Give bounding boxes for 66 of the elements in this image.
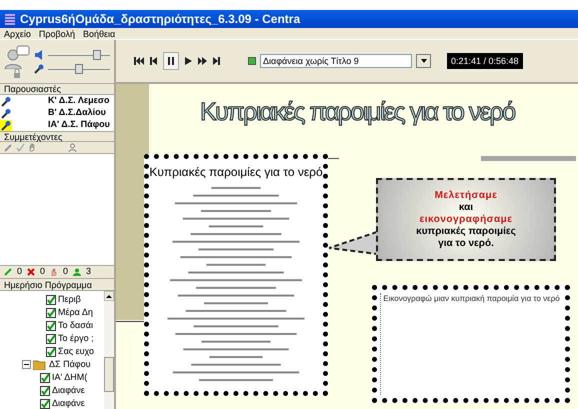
microphone-icon [34, 64, 44, 74]
checkbox[interactable] [46, 294, 56, 304]
menu-item[interactable]: Βοήθεια [83, 28, 116, 40]
menu-item[interactable]: Προβολή [38, 28, 76, 40]
status-square-icon [248, 57, 256, 65]
cross-icon [27, 268, 36, 276]
user-chat-icon[interactable] [4, 45, 30, 69]
skip-to-start-icon[interactable] [134, 57, 144, 65]
schedule-item[interactable]: ΙΑ' ΔΗΜ( [52, 370, 88, 384]
schedule-item[interactable]: Διαφάνε [52, 384, 85, 398]
menu-item[interactable]: Αρχείο [4, 28, 31, 40]
schedule-item[interactable]: Το έργο ; [58, 332, 94, 346]
play-icon[interactable] [185, 57, 192, 65]
schedule-item[interactable]: Μέρα Δη [58, 306, 93, 320]
checkbox[interactable] [46, 320, 56, 330]
check-icon[interactable] [16, 143, 25, 152]
presenter-name[interactable]: Β' Δ.Σ.Δαλίου [48, 106, 106, 120]
app-icon [4, 13, 16, 25]
schedule-item[interactable]: Περιβ [58, 292, 81, 306]
person-icon[interactable] [68, 143, 77, 152]
pause-button[interactable] [163, 52, 179, 70]
collapse-icon[interactable] [22, 360, 31, 369]
bubble-text: κυπριακές παροιμίες [416, 226, 516, 238]
count: 3 [86, 265, 92, 278]
count: 0 [40, 265, 46, 278]
document-title: Κυπριακές παροιμίες για το νερό [149, 164, 323, 181]
window-title: Cyprus6ήΟμάδα_δραστηριότητες_6.3.09 - Centra [20, 11, 300, 28]
slide-select[interactable]: Διαφάνεια χωρίς Τίτλο 9 [260, 54, 412, 68]
count: 0 [17, 265, 22, 278]
drawing-caption: Εικονογραφώ μιαν κυπριακή παροιμία για το νερό [380, 293, 562, 395]
checkbox[interactable] [46, 308, 56, 318]
bubble-text: Μελετήσαμε [434, 190, 498, 202]
checkbox[interactable] [46, 334, 56, 344]
pause-icon [168, 57, 174, 65]
time-display: 0:21:41 / 0:56:48 [447, 53, 523, 69]
bubble-text: για το νερό. [438, 238, 494, 250]
hand-icon[interactable] [28, 143, 37, 152]
dropdown-button[interactable] [416, 54, 431, 68]
next-icon[interactable] [213, 57, 220, 65]
checkbox[interactable] [40, 386, 50, 396]
hand-icon [50, 268, 58, 276]
slide-title: Κυπριακές παροιμίες για το νερό [200, 97, 515, 128]
scroll-up-icon[interactable] [104, 291, 114, 301]
presenter-name[interactable]: Κ' Δ.Σ. Λεμεσο [48, 94, 110, 108]
previous-icon[interactable] [150, 57, 157, 65]
count: 0 [63, 265, 68, 278]
person-icon [73, 268, 82, 276]
bubble-text: και [458, 202, 474, 214]
microphone-slider[interactable] [48, 64, 110, 74]
caret-icon [420, 59, 426, 63]
pencil-icon [4, 268, 12, 276]
checkbox[interactable] [40, 372, 50, 382]
presenter-name[interactable]: ΙΑ' Δ.Σ. Πάφου [48, 118, 110, 132]
folder-icon [33, 360, 47, 370]
scrollbar[interactable] [104, 291, 114, 409]
checkbox[interactable] [46, 346, 56, 356]
schedule-item[interactable]: Το δασάι [58, 318, 93, 332]
schedule-item[interactable]: Διαφάνε [52, 396, 85, 409]
checkbox[interactable] [40, 398, 50, 408]
schedule-folder[interactable]: ΔΣ Πάφου [49, 358, 91, 372]
bubble-text: εικονογραφήσαμε [419, 214, 513, 226]
volume-slider[interactable] [48, 50, 110, 60]
lock-icon [13, 69, 21, 78]
schedule-item[interactable]: Σας ευχο [58, 344, 94, 358]
fast-forward-icon[interactable] [198, 57, 207, 65]
speaker-icon [34, 50, 44, 60]
